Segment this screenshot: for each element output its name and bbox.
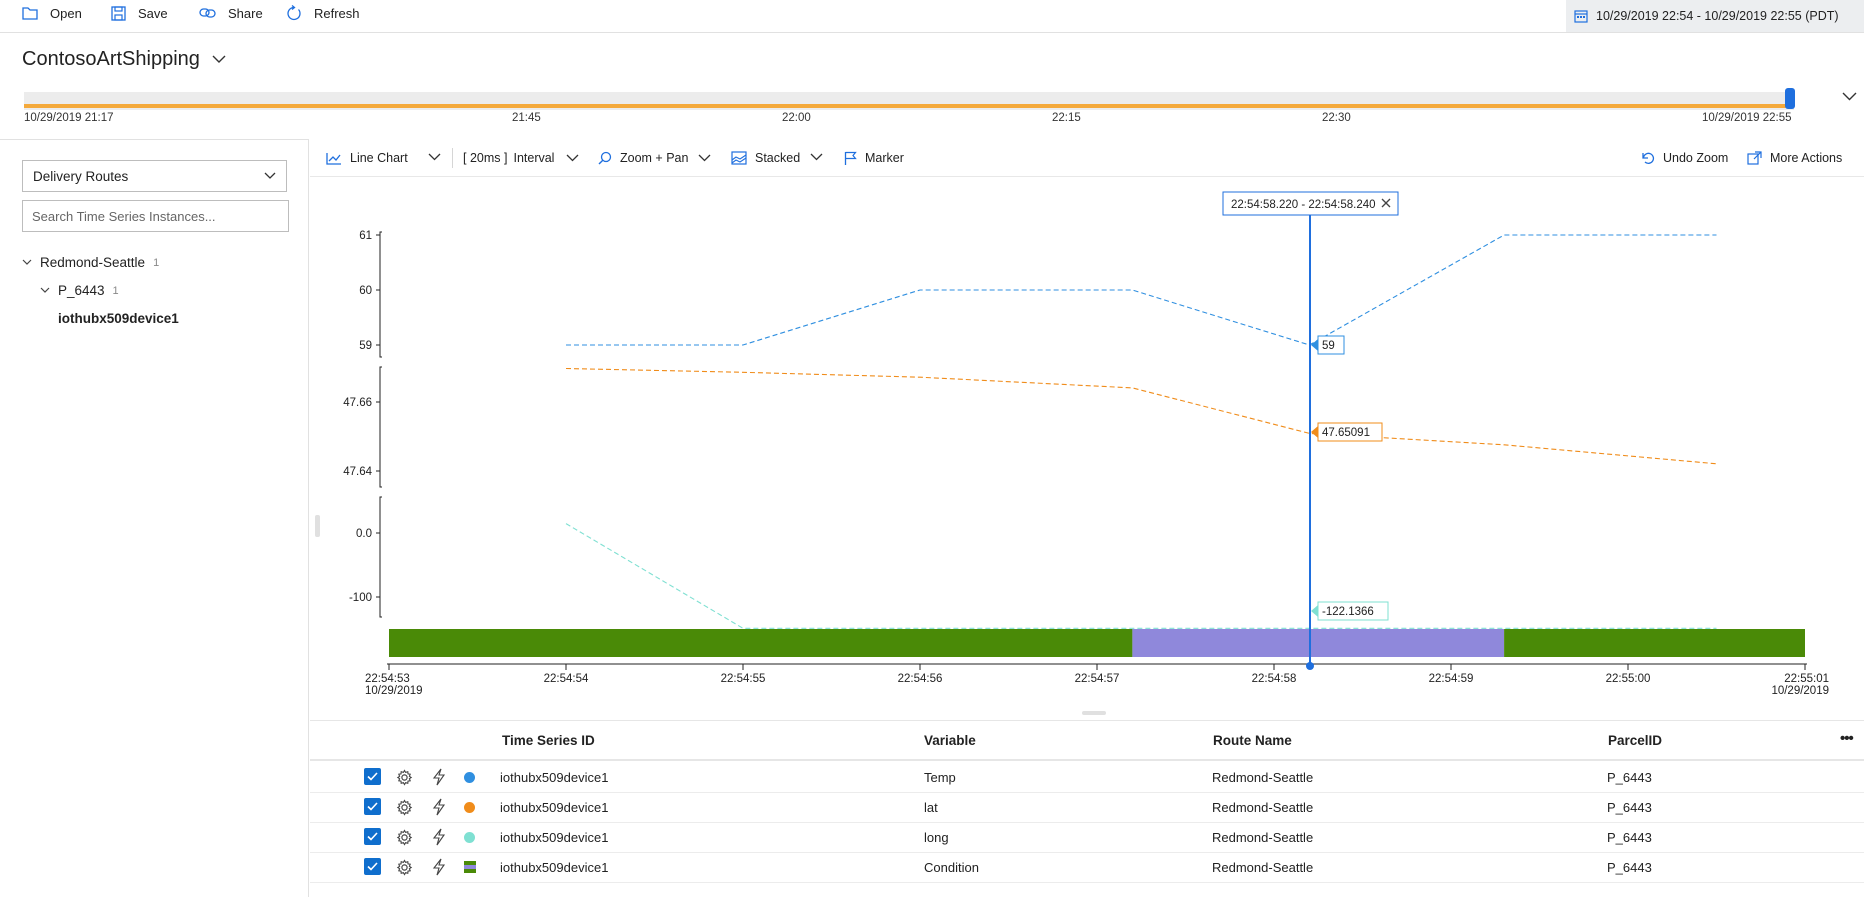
marker-value-label: 59 — [1322, 340, 1335, 352]
cell-parcel-id: P_6443 — [1607, 830, 1652, 845]
series-line-long — [565, 523, 1717, 629]
y-axis-tick-label: 47.64 — [343, 466, 372, 478]
marker-value-pointer — [1311, 605, 1318, 617]
cell-parcel-id: P_6443 — [1607, 860, 1652, 875]
cell-parcel-id: P_6443 — [1607, 770, 1652, 785]
cell-variable: Temp — [924, 770, 956, 785]
marker-value-label: 47.65091 — [1322, 427, 1370, 439]
y-axis-tick-label: -100 — [349, 592, 372, 604]
cell-time-series-id: iothubx509device1 — [500, 860, 609, 875]
y-axis-tick-label: 47.66 — [343, 397, 372, 409]
series-table-header: Time Series ID Variable Route Name Parce… — [310, 720, 1864, 761]
y-axis-tick-label: 61 — [359, 230, 372, 242]
cell-variable: Condition — [924, 860, 979, 875]
checkmark-icon — [367, 802, 378, 811]
checkmark-icon — [367, 862, 378, 871]
gear-icon[interactable] — [396, 829, 413, 846]
condition-segment — [1504, 629, 1805, 657]
x-axis-tick-label: 22:54:56 — [898, 673, 943, 685]
y-axis-line — [379, 231, 382, 358]
column-header-variable[interactable]: Variable — [924, 733, 976, 748]
cell-route-name: Redmond-Seattle — [1212, 800, 1314, 815]
lightning-icon[interactable] — [432, 828, 446, 846]
y-axis-tick-label: 59 — [359, 340, 372, 352]
table-more-icon[interactable]: ••• — [1840, 730, 1854, 747]
cell-variable: long — [924, 830, 949, 845]
series-visibility-checkbox[interactable] — [364, 858, 381, 875]
series-visibility-checkbox[interactable] — [364, 768, 381, 785]
column-header-time-series-id[interactable]: Time Series ID — [502, 733, 595, 748]
series-color-dot — [464, 832, 475, 843]
y-axis-tick-label: 0.0 — [356, 528, 372, 540]
x-axis-date-label: 10/29/2019 — [1771, 685, 1829, 697]
gear-icon[interactable] — [396, 799, 413, 816]
condition-swatch-icon — [464, 861, 476, 873]
series-color-dot — [464, 772, 475, 783]
x-axis-date-label: 10/29/2019 — [365, 685, 423, 697]
table-row: iothubx509device1 long Redmond-Seattle P_64… — [310, 822, 1864, 853]
table-row: iothubx509device1 Temp Redmond-Seattle P_64… — [310, 762, 1864, 793]
y-axis-line — [379, 366, 382, 488]
series-line-temp — [566, 234, 1717, 346]
x-axis-tick-label: 22:54:55 — [721, 673, 766, 685]
x-axis-tick-label: 22:54:53 — [365, 673, 410, 685]
x-axis-tick-label: 22:54:59 — [1429, 673, 1474, 685]
x-axis-tick-label: 22:55:00 — [1606, 673, 1651, 685]
marker-handle — [1306, 662, 1314, 670]
lightning-icon[interactable] — [432, 858, 446, 876]
x-axis-tick-label: 22:54:58 — [1252, 673, 1297, 685]
panel-resize-handle[interactable] — [315, 515, 320, 537]
x-axis-tick-label: 22:55:01 — [1784, 673, 1829, 685]
series-color-dot — [464, 802, 475, 813]
chart-plot-area: 22:54:53 22:54:54 22:54:55 22:54:56 22:54:57… — [343, 215, 1829, 697]
cell-parcel-id: P_6443 — [1607, 800, 1652, 815]
cell-route-name: Redmond-Seattle — [1212, 860, 1314, 875]
y-axis-line — [379, 496, 382, 618]
grid-resize-handle[interactable] — [1082, 711, 1106, 715]
table-row: iothubx509device1 Condition Redmond-Seattl… — [310, 852, 1864, 883]
time-series-chart[interactable]: 22:54:58.220 - 22:54:58.240 22:54:53 22:5… — [0, 0, 1864, 720]
checkmark-icon — [367, 832, 378, 841]
column-header-route-name[interactable]: Route Name — [1213, 733, 1292, 748]
lightning-icon[interactable] — [432, 768, 446, 786]
table-row: iothubx509device1 lat Redmond-Seattle P_644… — [310, 792, 1864, 823]
cell-route-name: Redmond-Seattle — [1212, 830, 1314, 845]
condition-segment — [1132, 629, 1505, 657]
cell-route-name: Redmond-Seattle — [1212, 770, 1314, 785]
series-visibility-checkbox[interactable] — [364, 828, 381, 845]
cell-time-series-id: iothubx509device1 — [500, 770, 609, 785]
gear-icon[interactable] — [396, 859, 413, 876]
marker-value-label: -122.1366 — [1322, 606, 1374, 618]
marker-range-box[interactable]: 22:54:58.220 - 22:54:58.240 — [1222, 191, 1399, 216]
x-axis-tick-label: 22:54:57 — [1075, 673, 1120, 685]
gear-icon[interactable] — [396, 769, 413, 786]
cell-time-series-id: iothubx509device1 — [500, 830, 609, 845]
y-axis-tick-label: 60 — [359, 285, 372, 297]
series-visibility-checkbox[interactable] — [364, 798, 381, 815]
cell-time-series-id: iothubx509device1 — [500, 800, 609, 815]
condition-segment — [389, 629, 1133, 657]
cell-variable: lat — [924, 800, 938, 815]
x-axis-tick-label: 22:54:54 — [544, 673, 589, 685]
marker-range-label: 22:54:58.220 - 22:54:58.240 — [1231, 199, 1376, 211]
checkmark-icon — [367, 772, 378, 781]
marker-value-pointer — [1311, 426, 1318, 438]
lightning-icon[interactable] — [432, 798, 446, 816]
marker-value-pointer — [1311, 339, 1318, 351]
column-header-parcel-id[interactable]: ParcelID — [1608, 733, 1662, 748]
series-line-lat — [565, 367, 1717, 465]
